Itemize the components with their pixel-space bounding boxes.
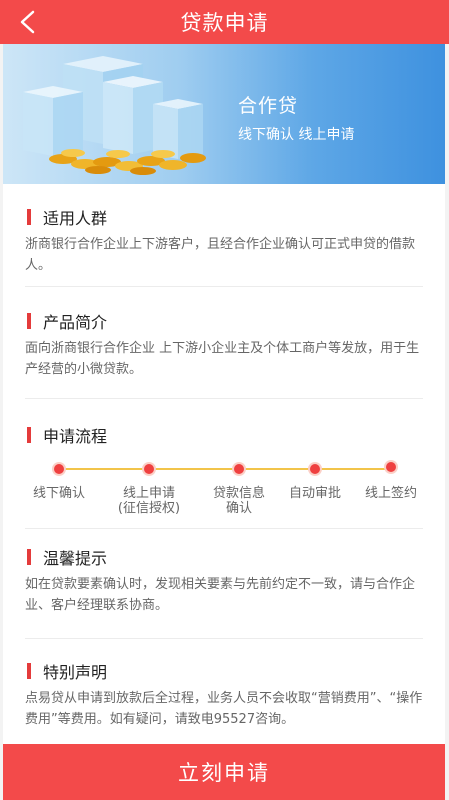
apply-now-button[interactable]: 立刻申请 (3, 744, 445, 800)
flow-step-dot (310, 464, 320, 474)
section-title: 申请流程 (43, 427, 108, 446)
section-accent-bar (27, 313, 31, 329)
app-screen: 贷款申请 合作贷 线下确认 线上申请 适用人群 浙商银行合作企业上下游客户，且经… (0, 0, 449, 800)
divider (25, 638, 423, 639)
divider (25, 398, 423, 399)
section-title: 温馨提示 (43, 549, 108, 568)
flow-step-label: 自动审批 (288, 486, 341, 501)
section-accent-bar (27, 549, 31, 565)
section-product-intro: 产品简介 面向浙商银行合作企业 上下游小企业主及个体工商户等发放，用于生产经营的… (3, 310, 445, 380)
flow-step-label: 线上签约 (364, 486, 417, 501)
section-text: 浙商银行合作企业上下游客户，且经合作企业确认可正式申贷的借款人。 (25, 237, 416, 273)
section-text: 如在贷款要素确认时，发现相关要素与先前约定不一致，请与合作企业、客户经理联系协商… (25, 577, 416, 613)
section-accent-bar (27, 663, 31, 679)
flow-step-label: 线下确认 (32, 486, 85, 501)
section-accent-bar (27, 427, 31, 443)
page-title: 贷款申请 (180, 11, 269, 35)
product-banner: 合作贷 线下确认 线上申请 (3, 44, 445, 184)
banner-title: 合作贷 (238, 95, 299, 117)
section-text: 面向浙商银行合作企业 上下游小企业主及个体工商户等发放，用于生产经营的小微贷款。 (25, 341, 420, 377)
section-accent-bar (27, 209, 31, 225)
cubes-coins-illustration (23, 56, 206, 175)
section-apply-flow: 申请流程 (3, 424, 445, 446)
section-tips: 温馨提示 如在贷款要素确认时，发现相关要素与先前约定不一致，请与合作企业、客户经… (3, 546, 445, 616)
section-statement: 特别声明 点易贷从申请到放款后全过程，业务人员不会收取“营销费用”、“操作费用”… (3, 660, 445, 730)
flow-line (59, 468, 393, 470)
flow-step-label: 线上申请 (征信授权) (117, 486, 181, 516)
section-title: 特别声明 (43, 663, 108, 682)
content-panel: 合作贷 线下确认 线上申请 适用人群 浙商银行合作企业上下游客户，且经合作企业确… (3, 44, 445, 744)
top-bar: 贷款申请 (0, 0, 449, 44)
banner-subtitle: 线下确认 线上申请 (238, 127, 355, 143)
flow-step-dot (386, 462, 396, 472)
flow-step-dot (234, 464, 244, 474)
flow-step-dot (144, 464, 154, 474)
divider (25, 286, 423, 287)
apply-flow-steps: 线下确认 线上申请 (征信授权) 贷款信息 确认 自动审批 线上签约 (3, 448, 445, 528)
section-text: 点易贷从申请到放款后全过程，业务人员不会收取“营销费用”、“操作费用”等费用。如… (25, 691, 423, 727)
divider (25, 528, 423, 529)
section-title: 产品简介 (43, 313, 108, 332)
section-target-users: 适用人群 浙商银行合作企业上下游客户，且经合作企业确认可正式申贷的借款人。 (3, 206, 445, 276)
back-arrow-icon[interactable] (12, 6, 44, 38)
section-title: 适用人群 (43, 209, 108, 228)
flow-step-dot (54, 464, 64, 474)
flow-step-label: 贷款信息 确认 (212, 486, 265, 516)
